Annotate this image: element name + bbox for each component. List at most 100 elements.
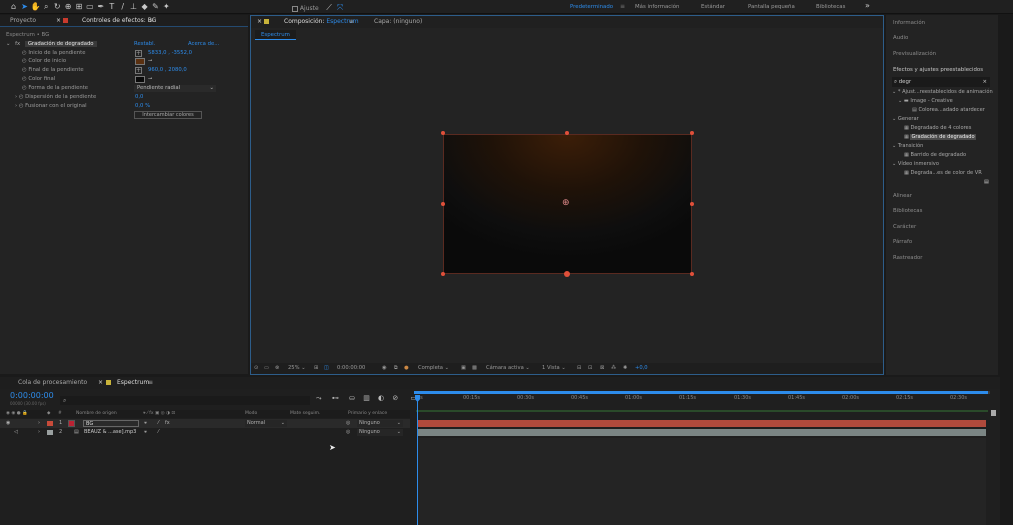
prop-value[interactable]: 960,0 , 2080,0	[148, 66, 187, 75]
tree-item-generar[interactable]: ⌄ Generar	[892, 116, 919, 122]
layer-bar-audio[interactable]	[418, 429, 986, 436]
speaker-icon[interactable]: ◁	[14, 428, 18, 437]
prop-value[interactable]: 0,0	[135, 93, 143, 102]
layer-row-bg[interactable]: ◉ › 1 BG ⚹ ⁄ fx Normal ⌄ ◎ Ninguno ⌄	[0, 419, 410, 428]
layer-name[interactable]: BEAUZ & ...ase].mp3	[84, 428, 136, 437]
transform-handle[interactable]	[690, 272, 694, 276]
monitor-icon[interactable]: ▭	[264, 363, 269, 374]
color-channel-icon[interactable]: ●	[404, 363, 409, 374]
layer-row-audio[interactable]: ◁ › 2 ▤ BEAUZ & ...ase].mp3 ⚹ ⁄ ◎ Ningun…	[0, 428, 410, 437]
tree-item-barrido[interactable]: ▦ Barrido de degradado	[904, 152, 966, 158]
puppet-tool-icon[interactable]: ✦	[162, 2, 171, 11]
motion-blur-icon[interactable]: ◐	[378, 394, 384, 402]
type-tool-icon[interactable]: T	[107, 2, 116, 11]
label-color-swatch[interactable]	[47, 421, 53, 426]
expand-arrow-icon[interactable]: ›	[38, 428, 40, 437]
transform-handle[interactable]	[441, 131, 445, 135]
prop-dispersion[interactable]: › ◴ Dispersión de la pendiente 0,0	[15, 93, 235, 102]
panel-informacion[interactable]: Información	[893, 20, 925, 26]
workspace-pantalla-pequena[interactable]: Pantalla pequeña	[748, 4, 795, 10]
tree-item-atardecer[interactable]: ▤ Colorea...adado atardecer	[912, 107, 985, 113]
color-swatch-start[interactable]	[135, 58, 145, 65]
panel-previsualizacion[interactable]: Previsualización	[893, 51, 936, 57]
stopwatch-icon[interactable]: ◴	[22, 85, 27, 91]
transform-handle[interactable]	[565, 131, 569, 135]
tree-item-gradacion[interactable]: ▦ Gradación de degradado	[904, 134, 976, 140]
color-swatch-end[interactable]	[135, 76, 145, 83]
pen-tool-icon[interactable]: ✒	[96, 2, 105, 11]
close-tab-icon[interactable]: ×	[98, 377, 103, 389]
grid-icon[interactable]: ⊞	[314, 363, 318, 374]
region-icon[interactable]: ◫	[324, 363, 329, 374]
anchor-point-icon[interactable]: ⊕	[562, 198, 570, 208]
eraser-tool-icon[interactable]: ◆	[140, 2, 149, 11]
show-snapshot-icon[interactable]: ⧉	[394, 363, 398, 374]
end-marker[interactable]	[991, 410, 996, 416]
prop-forma-pendiente[interactable]: ◴ Forma de la pendiente Pendiente radial…	[22, 84, 242, 93]
expand-arrow-icon[interactable]: ›	[15, 103, 17, 109]
camera-dropdown[interactable]: Cámara activa ⌄	[486, 363, 530, 374]
transform-handle[interactable]	[564, 271, 570, 277]
stopwatch-icon[interactable]: ◴	[22, 76, 27, 82]
view-dropdown[interactable]: 1 Vista ⌄	[542, 363, 566, 374]
tree-item-presets[interactable]: ⌄ * Ajust...reestablecidos de animación	[892, 89, 993, 95]
panel-audio[interactable]: Audio	[893, 35, 908, 41]
about-link[interactable]: Acerca de...	[188, 40, 219, 49]
hand-tool-icon[interactable]: ✋	[31, 2, 41, 11]
home-icon[interactable]: ⌂	[9, 2, 18, 11]
roi-icon[interactable]: ▣	[461, 363, 466, 374]
pickwhip-icon[interactable]: ◎	[346, 419, 350, 428]
stopwatch-icon[interactable]: ◴	[22, 58, 27, 64]
shy-layers-icon[interactable]: ⛀	[349, 394, 355, 402]
rotate-tool-icon[interactable]: ↻	[53, 2, 62, 11]
tree-item-vr[interactable]: ▦ Degrada...es de color de VR	[904, 170, 982, 176]
tab-render-queue[interactable]: Cola de procesamiento	[18, 377, 87, 389]
prop-fusionar[interactable]: › ◴ Fusionar con el original 0,0 %	[15, 102, 235, 111]
shy-switch-icon[interactable]: ⚹	[144, 419, 147, 428]
tree-item-4-colores[interactable]: ▦ Degradado de 4 colores	[904, 125, 971, 131]
camera-tool-icon[interactable]: ⊕	[64, 2, 73, 11]
eyedropper-icon[interactable]: ⊸	[148, 75, 152, 84]
col-parent[interactable]: Primario y enlace	[348, 410, 387, 418]
eyedropper-icon[interactable]: ⊸	[148, 57, 152, 66]
timeline-icon[interactable]: ⊠	[600, 363, 604, 374]
reset-link[interactable]: Restabl.	[134, 40, 155, 49]
workspaces-overflow-button[interactable]: »	[865, 1, 870, 10]
rectangle-tool-icon[interactable]: ▭	[85, 2, 94, 11]
shy-switch-icon[interactable]: ⚹	[144, 428, 147, 437]
tree-item-video-inmersivo[interactable]: ⌄ Vídeo inmersivo	[892, 161, 939, 167]
snap-options-icon[interactable]: ⤧	[336, 3, 345, 12]
workspace-mas-informacion[interactable]: Más información	[635, 4, 679, 10]
workspace-predeterminado[interactable]: Predeterminado	[570, 4, 613, 10]
toggle-pixel-icon[interactable]: ⊟	[577, 363, 581, 374]
tree-item-transicion[interactable]: ⌄ Transición	[892, 143, 923, 149]
transform-handle[interactable]	[441, 202, 445, 206]
roto-tool-icon[interactable]: ✎	[151, 2, 160, 11]
snap-checkbox[interactable]	[292, 5, 298, 12]
stopwatch-icon[interactable]: ◴	[19, 103, 24, 109]
transform-handle[interactable]	[441, 272, 445, 276]
prop-value[interactable]: 0,0 %	[135, 102, 150, 111]
current-time[interactable]: 0:00:00:00	[337, 363, 365, 374]
time-ruler[interactable]: 0s 00:15s 00:30s 00:45s 01:00s 01:15s 01…	[414, 391, 990, 411]
fx-icon[interactable]: fx	[15, 41, 20, 47]
snap-icon[interactable]: ⟋	[325, 3, 334, 12]
effect-row[interactable]: ⌄ fx Gradación de degradado Restabl. Ace…	[6, 40, 246, 49]
expand-arrow-icon[interactable]: ›	[38, 419, 40, 428]
col-mode[interactable]: Modo	[245, 410, 257, 418]
effects-presets-title[interactable]: Efectos y ajustes preestablecidos	[893, 67, 983, 73]
tree-item-image-creative[interactable]: ⌄ ▬ Image - Creative	[898, 98, 953, 104]
draft-3d-icon[interactable]: ⊷	[332, 394, 339, 402]
panel-menu-icon[interactable]: ≡	[349, 16, 354, 28]
work-area-range[interactable]	[414, 391, 988, 394]
parent-dropdown[interactable]: Ninguno ⌄	[357, 420, 403, 427]
transform-handle[interactable]	[690, 202, 694, 206]
quality-dropdown[interactable]: Completa ⌄	[418, 363, 449, 374]
pickwhip-icon[interactable]: ◎	[346, 428, 350, 437]
transform-handle[interactable]	[690, 131, 694, 135]
label-color-swatch[interactable]	[47, 430, 53, 435]
graph-editor-icon[interactable]: ⊘	[392, 394, 398, 402]
camera-snapshot-icon[interactable]: ◉	[382, 363, 387, 374]
workspace-menu-icon[interactable]: ≡	[620, 3, 625, 10]
stopwatch-icon[interactable]: ◴	[19, 94, 24, 100]
